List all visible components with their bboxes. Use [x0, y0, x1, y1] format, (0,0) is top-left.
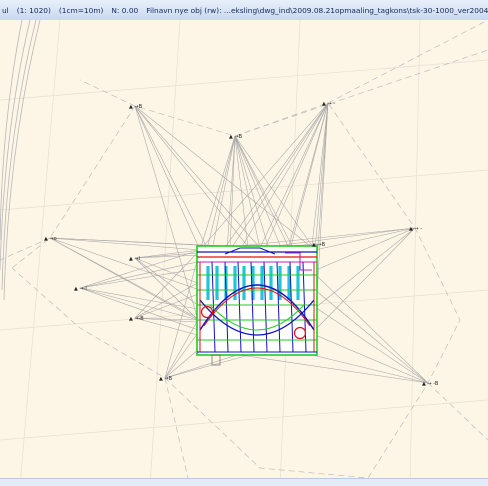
station-point-p10[interactable]: ▲ → -B — [422, 381, 439, 387]
scale-readout: (1: 1020) — [16, 5, 51, 15]
station-label: ▲ → - — [409, 226, 422, 232]
station-point-p4[interactable]: ▲ → - — [409, 226, 422, 232]
drawing-canvas[interactable]: ▲ →B ▲ → - ▲ →B ▲ → - ▲ →o ▲ →-l ▲ →l ▲ →-B ▲ →B… — [0, 20, 488, 486]
bottom-scrollbar[interactable] — [0, 478, 488, 486]
station-point-p7[interactable]: ▲ →l — [129, 256, 140, 262]
station-point-p11[interactable]: ▲ →B — [312, 242, 326, 248]
building-plan — [196, 245, 318, 366]
station-point-p3[interactable]: ▲ →B — [229, 134, 243, 140]
station-label: ▲ → - — [322, 101, 335, 107]
station-label: ▲ →B — [312, 242, 326, 248]
station-point-p5[interactable]: ▲ →o — [44, 236, 57, 242]
north-readout: N: 0.00 — [111, 5, 139, 15]
station-label: ▲ →B — [159, 376, 173, 382]
file-readout: Filnavn nye obj (rw): ...eksling\dwg_ind… — [146, 5, 488, 15]
station-point-p9[interactable]: ▲ →B — [159, 376, 173, 382]
cad-window: ul (1: 1020) (1cm=10m) N: 0.00 Filnavn n… — [0, 0, 488, 486]
station-label: ▲ →-l — [74, 286, 87, 292]
station-point-p6[interactable]: ▲ →-l — [74, 286, 87, 292]
status-frag: ul — [2, 5, 9, 15]
station-label: ▲ →l — [129, 256, 140, 262]
station-label: ▲ →B — [129, 104, 143, 110]
station-point-p1[interactable]: ▲ →B — [129, 104, 143, 110]
station-point-p2[interactable]: ▲ → - — [322, 101, 335, 107]
station-label: ▲ →o — [44, 236, 57, 242]
station-point-p8[interactable]: ▲ →-B — [129, 316, 144, 322]
station-label: ▲ →B — [229, 134, 243, 140]
status-bar: ul (1: 1020) (1cm=10m) N: 0.00 Filnavn n… — [0, 0, 488, 21]
station-label: ▲ →-B — [129, 316, 144, 322]
station-label: ▲ → -B — [422, 381, 439, 387]
unit-readout: (1cm=10m) — [58, 5, 104, 15]
